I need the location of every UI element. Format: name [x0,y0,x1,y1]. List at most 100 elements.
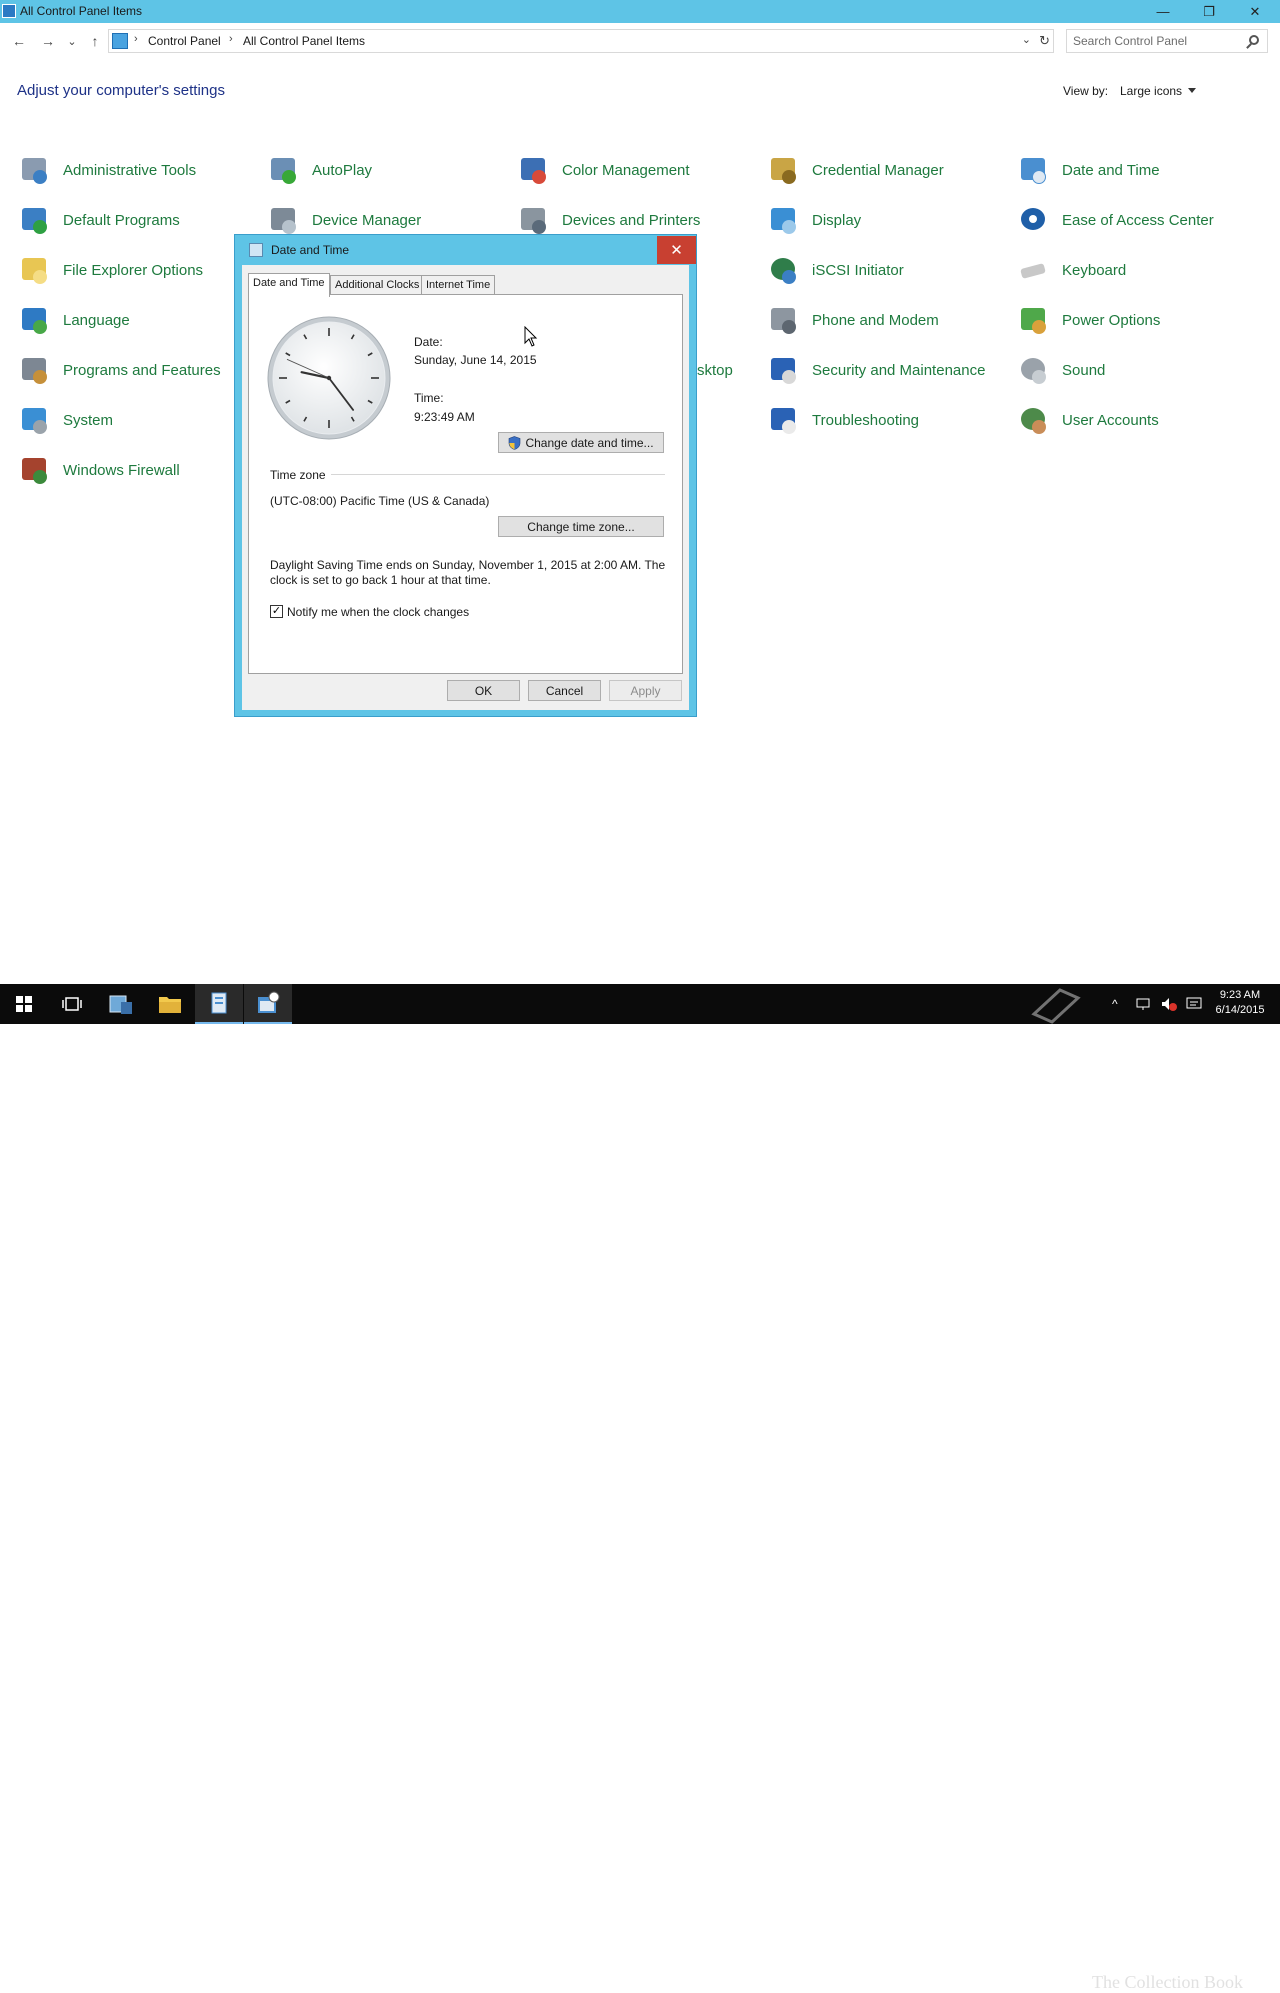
task-view-button[interactable] [48,984,96,1024]
back-button[interactable]: ← [9,32,29,50]
group-divider [331,474,665,475]
windows-firewall-icon [19,454,51,486]
address-bar[interactable]: › Control Panel › All Control Panel Item… [108,29,1054,53]
date-and-time-icon [249,243,263,257]
control-panel-icon [112,33,128,49]
tray-overflow-icon[interactable]: ^ [1112,984,1118,1024]
folder-icon [159,997,181,1013]
mouse-cursor-icon [524,326,538,347]
system-clock-date: 6/14/2015 [1215,1004,1265,1016]
system-clock[interactable]: 9:23 AM 6/14/2015 [1210,988,1270,1018]
forward-button[interactable]: → [38,32,58,50]
tab-internet-time[interactable]: Internet Time [421,275,496,295]
dialog-title: Date and Time [271,243,350,257]
dialog-close-button[interactable]: ✕ [657,236,696,264]
item-administrative-tools[interactable]: Administrative Tools [19,153,196,187]
breadcrumb-control-panel[interactable]: Control Panel [148,34,221,48]
item-date-and-time[interactable]: Date and Time [1018,153,1160,187]
windows-logo-icon [16,996,32,1012]
minimize-button[interactable]: — [1140,0,1186,23]
change-date-time-button[interactable]: Change date and time... [498,432,664,453]
action-center-icon[interactable] [1186,996,1202,1012]
power-options-icon [1018,304,1050,336]
item-display[interactable]: Display [768,203,861,237]
item-keyboard[interactable]: Keyboard [1018,253,1126,287]
title-bar[interactable]: All Control Panel Items — ❐ ✕ [0,0,1280,23]
security-and-maintenance-icon [768,354,800,386]
clock-center [326,375,332,381]
tab-additional-clocks[interactable]: Additional Clocks [330,275,425,295]
keyboard-icon [1018,254,1050,286]
view-by-label: View by: [1063,84,1109,98]
phone-and-modem-icon [768,304,800,336]
recent-locations-button[interactable]: ⌄ [62,32,82,50]
search-icon[interactable] [1249,35,1259,45]
taskbar-server-manager[interactable] [97,984,145,1024]
ok-button[interactable]: OK [447,680,520,701]
date-value: Sunday, June 14, 2015 [414,353,537,367]
item-sound[interactable]: Sound [1018,353,1105,387]
breadcrumb-all-items[interactable]: All Control Panel Items [243,34,365,48]
display-icon [768,204,800,236]
chevron-down-icon[interactable] [1188,88,1196,93]
item-power-options[interactable]: Power Options [1018,303,1160,337]
item-partial-hidden-2[interactable]: sktop [697,353,733,387]
tab-date-and-time[interactable]: Date and Time [248,273,330,297]
item-security-and-maintenance[interactable]: Security and Maintenance [768,353,985,387]
start-button[interactable] [0,984,48,1024]
breadcrumb-separator[interactable]: › [229,33,233,45]
notify-label[interactable]: Notify me when the clock changes [287,605,469,619]
item-user-accounts[interactable]: User Accounts [1018,403,1159,437]
breadcrumb-separator[interactable]: › [134,33,138,45]
volume-muted-icon[interactable] [1160,996,1178,1012]
task-view-icon [62,997,82,1011]
administrative-tools-icon [19,154,51,186]
item-file-explorer-options[interactable]: File Explorer Options [19,253,203,287]
device-manager-icon [268,204,300,236]
up-button[interactable]: ↑ [85,32,105,50]
window-title: All Control Panel Items [20,4,143,18]
item-windows-firewall[interactable]: Windows Firewall [19,453,180,487]
address-dropdown-icon[interactable]: ⌄ [1022,33,1031,46]
change-time-zone-button[interactable]: Change time zone... [498,516,664,537]
item-autoplay[interactable]: AutoPlay [268,153,372,187]
change-date-time-label: Change date and time... [525,435,654,450]
page-title: Adjust your computer's settings [17,82,225,99]
item-language[interactable]: Language [19,303,130,337]
view-by-dropdown[interactable]: Large icons [1120,84,1182,98]
item-color-management[interactable]: Color Management [518,153,690,187]
notify-checkbox[interactable]: ✓ [270,605,283,618]
control-panel-icon [211,992,227,1014]
taskbar-date-and-time[interactable] [244,984,292,1024]
item-default-programs[interactable]: Default Programs [19,203,180,237]
watermark-book-icon [1031,988,1081,1024]
item-credential-manager[interactable]: Credential Manager [768,153,944,187]
item-system[interactable]: System [19,403,113,437]
item-troubleshooting[interactable]: Troubleshooting [768,403,919,437]
time-zone-heading: Time zone [270,468,326,482]
taskbar-control-panel[interactable] [195,984,243,1024]
apply-button[interactable]: Apply [609,680,682,701]
item-ease-of-access-center[interactable]: Ease of Access Center [1018,203,1214,237]
taskbar-file-explorer[interactable] [146,984,194,1024]
item-iscsi-initiator[interactable]: iSCSI Initiator [768,253,904,287]
iscsi-initiator-icon [768,254,800,286]
cancel-button[interactable]: Cancel [528,680,601,701]
item-phone-and-modem[interactable]: Phone and Modem [768,303,939,337]
close-button[interactable]: ✕ [1232,0,1278,23]
refresh-icon[interactable]: ↻ [1039,33,1050,49]
date-and-time-dialog: Date and Time ✕ Date and Time Additional… [234,234,697,717]
devices-and-printers-icon [518,204,550,236]
date-and-time-icon [1018,154,1050,186]
item-devices-and-printers[interactable]: Devices and Printers [518,203,700,237]
item-programs-and-features[interactable]: Programs and Features [19,353,221,387]
sound-icon [1018,354,1050,386]
network-icon[interactable] [1136,996,1152,1012]
search-input[interactable] [1073,33,1243,49]
search-box[interactable] [1066,29,1268,53]
color-management-icon [518,154,550,186]
date-label: Date: [414,335,443,349]
watermark-text: The Collection Book [1092,1972,1243,1992]
restore-button[interactable]: ❐ [1186,0,1232,23]
item-device-manager[interactable]: Device Manager [268,203,421,237]
